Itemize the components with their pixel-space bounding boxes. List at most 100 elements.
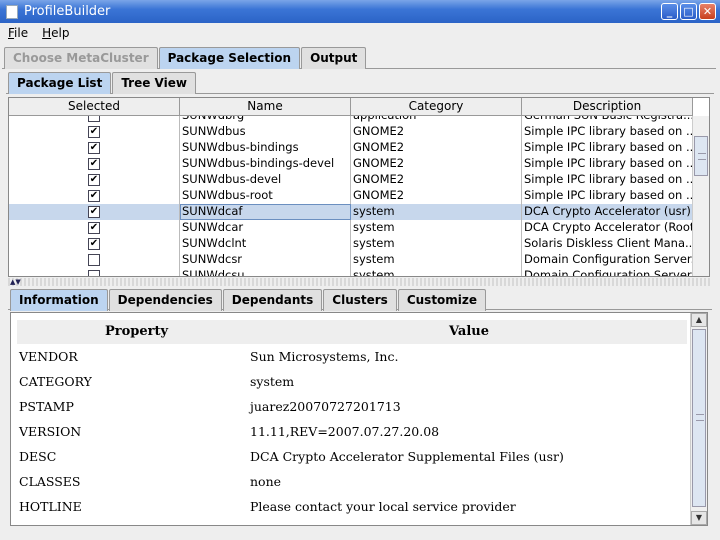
description-cell[interactable]: Simple IPC library based on ...	[522, 188, 693, 204]
table-row[interactable]: SUNWdbrgapplicationGerman SUN Basic Regi…	[9, 116, 693, 124]
package-table: Selected Name Category Description SUNWd…	[8, 97, 710, 277]
table-row[interactable]: ✔ SUNWdcar system DCA Crypto Accelerator (R…	[9, 220, 693, 236]
info-property: CLASSES	[19, 474, 81, 489]
name-cell[interactable]: SUNWdbus	[180, 124, 351, 140]
table-row[interactable]: SUNWdcsu system Domain Configuration Serve…	[9, 268, 693, 276]
name-cell[interactable]: SUNWdbus-bindings	[180, 140, 351, 156]
tab-package-selection[interactable]: Package Selection	[158, 47, 301, 69]
info-scrollbar[interactable]: ▲ ▼	[690, 313, 707, 525]
name-cell[interactable]: SUNWdcsr	[180, 252, 351, 268]
category-cell[interactable]: system	[351, 220, 522, 236]
name-cell[interactable]: SUNWdbus-devel	[180, 172, 351, 188]
scrollbar-thumb[interactable]	[692, 329, 706, 507]
selected-cell	[9, 116, 180, 124]
table-scrollbar[interactable]	[692, 116, 709, 276]
tab-package-list[interactable]: Package List	[8, 72, 112, 94]
minimize-icon[interactable]: _	[661, 3, 678, 20]
selected-cell: ✔	[9, 156, 180, 172]
description-cell[interactable]: Simple IPC library based on ...	[522, 140, 693, 156]
table-row[interactable]: ✔ SUNWdbus-bindings-devel GNOME2 Simple IPC…	[9, 156, 693, 172]
table-row[interactable]: SUNWdcsr system Domain Configuration Serve…	[9, 252, 693, 268]
package-checkbox[interactable]: ✔	[88, 190, 100, 202]
description-cell[interactable]: Domain Configuration Server...	[522, 268, 693, 276]
category-cell[interactable]: GNOME2	[351, 124, 522, 140]
category-cell[interactable]: GNOME2	[351, 172, 522, 188]
maximize-icon[interactable]: □	[680, 3, 697, 20]
table-row[interactable]: ✔ SUNWdbus-bindings GNOME2 Simple IPC libra…	[9, 140, 693, 156]
category-cell[interactable]: system	[351, 268, 522, 276]
table-body: SUNWdbrgapplicationGerman SUN Basic Regi…	[9, 116, 693, 276]
package-checkbox[interactable]	[88, 254, 100, 266]
info-property: CATEGORY	[19, 374, 92, 389]
package-checkbox[interactable]: ✔	[88, 174, 100, 186]
column-header-selected[interactable]: Selected	[9, 98, 180, 116]
table-row[interactable]: ✔ SUNWdcaf system DCA Crypto Accelerator (u…	[9, 204, 693, 220]
name-cell[interactable]: SUNWdcar	[180, 220, 351, 236]
table-row[interactable]: ✔ SUNWdclnt system Solaris Diskless Client …	[9, 236, 693, 252]
package-checkbox[interactable]: ✔	[88, 158, 100, 170]
package-checkbox[interactable]: ✔	[88, 126, 100, 138]
name-cell[interactable]: SUNWdcsu	[180, 268, 351, 276]
category-cell[interactable]: application	[351, 116, 522, 124]
sub-tabs: Package List Tree View	[8, 72, 197, 94]
tab-dependencies[interactable]: Dependencies	[108, 289, 222, 311]
name-cell[interactable]: SUNWdclnt	[180, 236, 351, 252]
package-checkbox[interactable]: ✔	[88, 238, 100, 250]
tab-clusters[interactable]: Clusters	[323, 289, 397, 311]
table-row[interactable]: ✔ SUNWdbus-root GNOME2 Simple IPC library b…	[9, 188, 693, 204]
category-cell[interactable]: GNOME2	[351, 156, 522, 172]
category-cell[interactable]: system	[351, 204, 522, 220]
description-cell[interactable]: DCA Crypto Accelerator (Root)	[522, 220, 693, 236]
category-cell[interactable]: GNOME2	[351, 188, 522, 204]
scroll-down-icon[interactable]: ▼	[691, 511, 707, 525]
split-arrows-icon[interactable]: ▲▼	[10, 278, 21, 286]
tab-customize[interactable]: Customize	[397, 289, 487, 311]
description-cell[interactable]: Solaris Diskless Client Mana...	[522, 236, 693, 252]
name-cell[interactable]: SUNWdcaf	[180, 204, 351, 220]
split-pane-divider[interactable]: ▲▼	[8, 278, 710, 286]
menu-file[interactable]: File	[8, 26, 28, 40]
package-checkbox[interactable]: ✔	[88, 206, 100, 218]
column-header-name[interactable]: Name	[180, 98, 351, 116]
info-header: Property Value	[17, 320, 687, 344]
info-row: HOTLINE Please contact your local service…	[11, 495, 691, 520]
column-header-category[interactable]: Category	[351, 98, 522, 116]
description-cell[interactable]: German SUN Basic Registra...	[522, 116, 693, 124]
tab-choose-metacluster[interactable]: Choose MetaCluster	[4, 47, 158, 69]
table-row[interactable]: ✔ SUNWdbus GNOME2 Simple IPC library based …	[9, 124, 693, 140]
info-header-property: Property	[105, 324, 169, 339]
scrollbar-thumb[interactable]	[694, 136, 708, 176]
selected-cell: ✔	[9, 172, 180, 188]
name-cell[interactable]: SUNWdbus-root	[180, 188, 351, 204]
description-cell[interactable]: Simple IPC library based on ...	[522, 124, 693, 140]
category-cell[interactable]: system	[351, 236, 522, 252]
category-cell[interactable]: GNOME2	[351, 140, 522, 156]
selected-cell: ✔	[9, 204, 180, 220]
close-icon[interactable]: ✕	[699, 3, 716, 20]
selected-cell: ✔	[9, 236, 180, 252]
tab-tree-view[interactable]: Tree View	[112, 72, 196, 94]
info-property: HOTLINE	[19, 499, 82, 514]
tab-output[interactable]: Output	[301, 47, 367, 69]
package-checkbox[interactable]: ✔	[88, 142, 100, 154]
selected-cell: ✔	[9, 220, 180, 236]
information-panel: Property Value VENDOR Sun Microsystems, I…	[10, 312, 708, 526]
description-cell[interactable]: Domain Configuration Server...	[522, 252, 693, 268]
scroll-up-icon[interactable]: ▲	[691, 313, 707, 327]
package-checkbox[interactable]	[88, 270, 100, 276]
description-cell[interactable]: Simple IPC library based on ...	[522, 156, 693, 172]
table-row[interactable]: ✔ SUNWdbus-devel GNOME2 Simple IPC library …	[9, 172, 693, 188]
description-cell[interactable]: DCA Crypto Accelerator (usr)	[522, 204, 693, 220]
title-bar[interactable]: ProfileBuilder _ □ ✕	[0, 0, 720, 23]
description-cell[interactable]: Simple IPC library based on ...	[522, 172, 693, 188]
name-cell[interactable]: SUNWdbrg	[180, 116, 351, 124]
column-header-description[interactable]: Description	[522, 98, 693, 116]
package-checkbox[interactable]	[88, 116, 100, 122]
menu-help[interactable]: Help	[42, 26, 69, 40]
tab-information[interactable]: Information	[10, 289, 108, 311]
name-cell[interactable]: SUNWdbus-bindings-devel	[180, 156, 351, 172]
tab-dependants[interactable]: Dependants	[222, 289, 323, 311]
info-row: DESC DCA Crypto Accelerator Supplemental …	[11, 445, 691, 470]
package-checkbox[interactable]: ✔	[88, 222, 100, 234]
category-cell[interactable]: system	[351, 252, 522, 268]
